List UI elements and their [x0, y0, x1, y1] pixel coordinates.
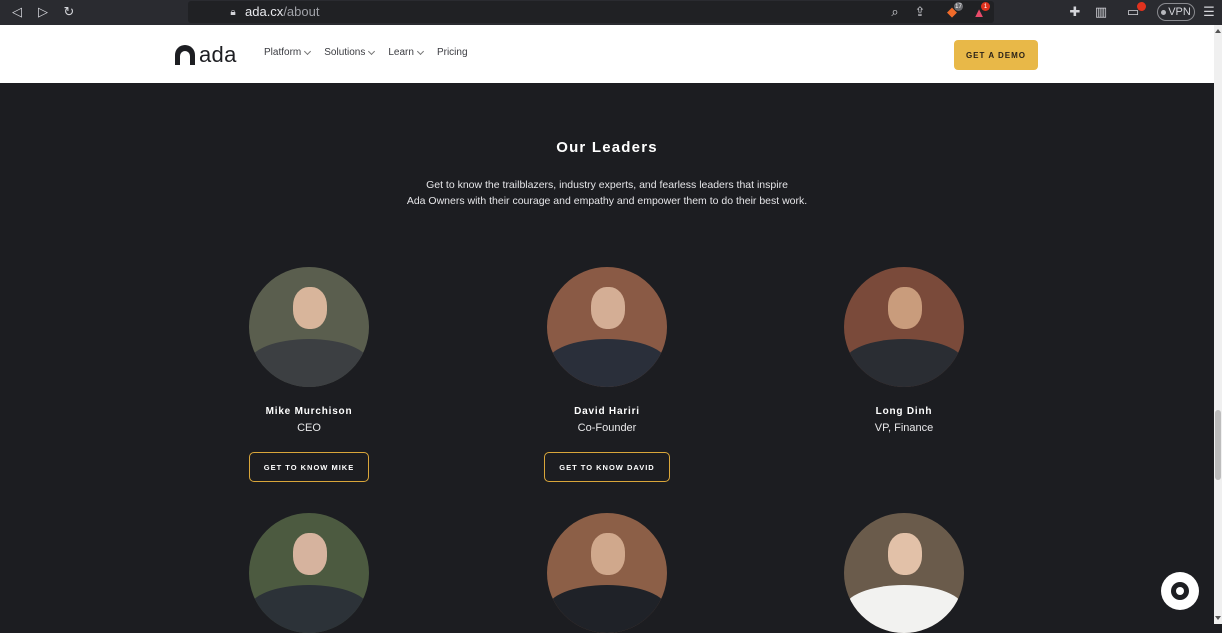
intro-line: Ada Owners with their courage and empath… [406, 195, 808, 207]
page-scrollbar[interactable] [1214, 25, 1222, 624]
vpn-label: VPN [1168, 6, 1191, 18]
leader-role: VP, Finance [874, 422, 934, 434]
alert-count-badge: 1 [981, 2, 990, 11]
leader-photo [249, 267, 369, 387]
leader-role: Co-Founder [577, 422, 637, 434]
url-text[interactable]: ada.cx/about [245, 4, 319, 19]
leaders-section: Our Leaders Get to know the trailblazers… [0, 83, 1214, 633]
browser-toolbar: ◁ ▷ ↻ 🔖︎ 🔒︎ ada.cx/about ⌕ ⇪ ◆ 17 ▲ 1 ✚ … [0, 0, 1222, 25]
scroll-thumb[interactable] [1215, 410, 1221, 480]
vpn-button[interactable]: VPN [1157, 3, 1195, 21]
url-host: ada.cx [245, 4, 284, 19]
leader-card [507, 513, 707, 633]
scroll-down-icon[interactable] [1215, 616, 1221, 620]
leader-photo [547, 513, 667, 633]
sidebar-icon[interactable]: ▥ [1092, 3, 1110, 21]
ada-chat-icon [1171, 582, 1189, 600]
chevron-down-icon [368, 47, 376, 55]
lock-icon[interactable]: 🔒︎ [224, 3, 242, 21]
leader-card: David Hariri Co-Founder GET TO KNOW DAVI… [507, 267, 707, 482]
intro-line: Get to know the trailblazers, industry e… [426, 179, 788, 191]
leader-card [804, 513, 1004, 633]
nav-label: Platform [264, 47, 302, 58]
menu-icon[interactable]: ☰ [1200, 3, 1218, 21]
wallet-badge [1137, 2, 1146, 11]
section-intro: Get to know the trailblazers, industry e… [0, 177, 1214, 209]
vpn-status-icon [1161, 9, 1167, 15]
zoom-icon[interactable]: ⌕ [886, 3, 904, 21]
nav-learn[interactable]: Learn [388, 47, 424, 58]
ada-logo[interactable]: ada [175, 42, 237, 68]
leader-photo [844, 513, 964, 633]
ada-logo-icon [175, 45, 195, 65]
main-nav: Platform Solutions Learn Pricing [264, 47, 482, 58]
leader-role: CEO [297, 422, 321, 434]
nav-solutions[interactable]: Solutions [324, 47, 376, 58]
chevron-down-icon [416, 47, 424, 55]
nav-platform[interactable]: Platform [264, 47, 312, 58]
chevron-down-icon [304, 47, 312, 55]
get-a-demo-button[interactable]: GET A DEMO [954, 40, 1038, 70]
section-title: Our Leaders [556, 139, 658, 156]
logo-text: ada [199, 42, 237, 67]
leader-card: Long Dinh VP, Finance [804, 267, 1004, 434]
nav-label: Solutions [324, 47, 366, 58]
get-to-know-david-button[interactable]: GET TO KNOW DAVID [544, 452, 670, 482]
leader-name: Long Dinh [875, 406, 933, 417]
site-header: ada Platform Solutions Learn Pricing GET… [0, 25, 1214, 83]
back-icon[interactable]: ◁ [8, 3, 26, 21]
reload-icon[interactable]: ↻ [60, 3, 78, 21]
nav-pricing[interactable]: Pricing [437, 47, 468, 58]
leader-photo [249, 513, 369, 633]
leader-card: Mike Murchison CEO GET TO KNOW MIKE [209, 267, 409, 482]
chat-launcher-button[interactable] [1161, 572, 1199, 610]
url-path: /about [283, 4, 320, 19]
brave-count-badge: 17 [954, 2, 963, 11]
leader-name: David Hariri [574, 406, 640, 417]
leader-name: Mike Murchison [265, 406, 353, 417]
leader-photo [844, 267, 964, 387]
forward-icon[interactable]: ▷ [34, 3, 52, 21]
leader-card [209, 513, 409, 633]
share-icon[interactable]: ⇪ [911, 3, 929, 21]
leader-photo [547, 267, 667, 387]
get-to-know-mike-button[interactable]: GET TO KNOW MIKE [248, 452, 370, 482]
nav-label: Pricing [436, 47, 468, 58]
scroll-up-icon[interactable] [1215, 29, 1221, 33]
nav-label: Learn [388, 47, 414, 58]
extensions-icon[interactable]: ✚ [1066, 3, 1084, 21]
